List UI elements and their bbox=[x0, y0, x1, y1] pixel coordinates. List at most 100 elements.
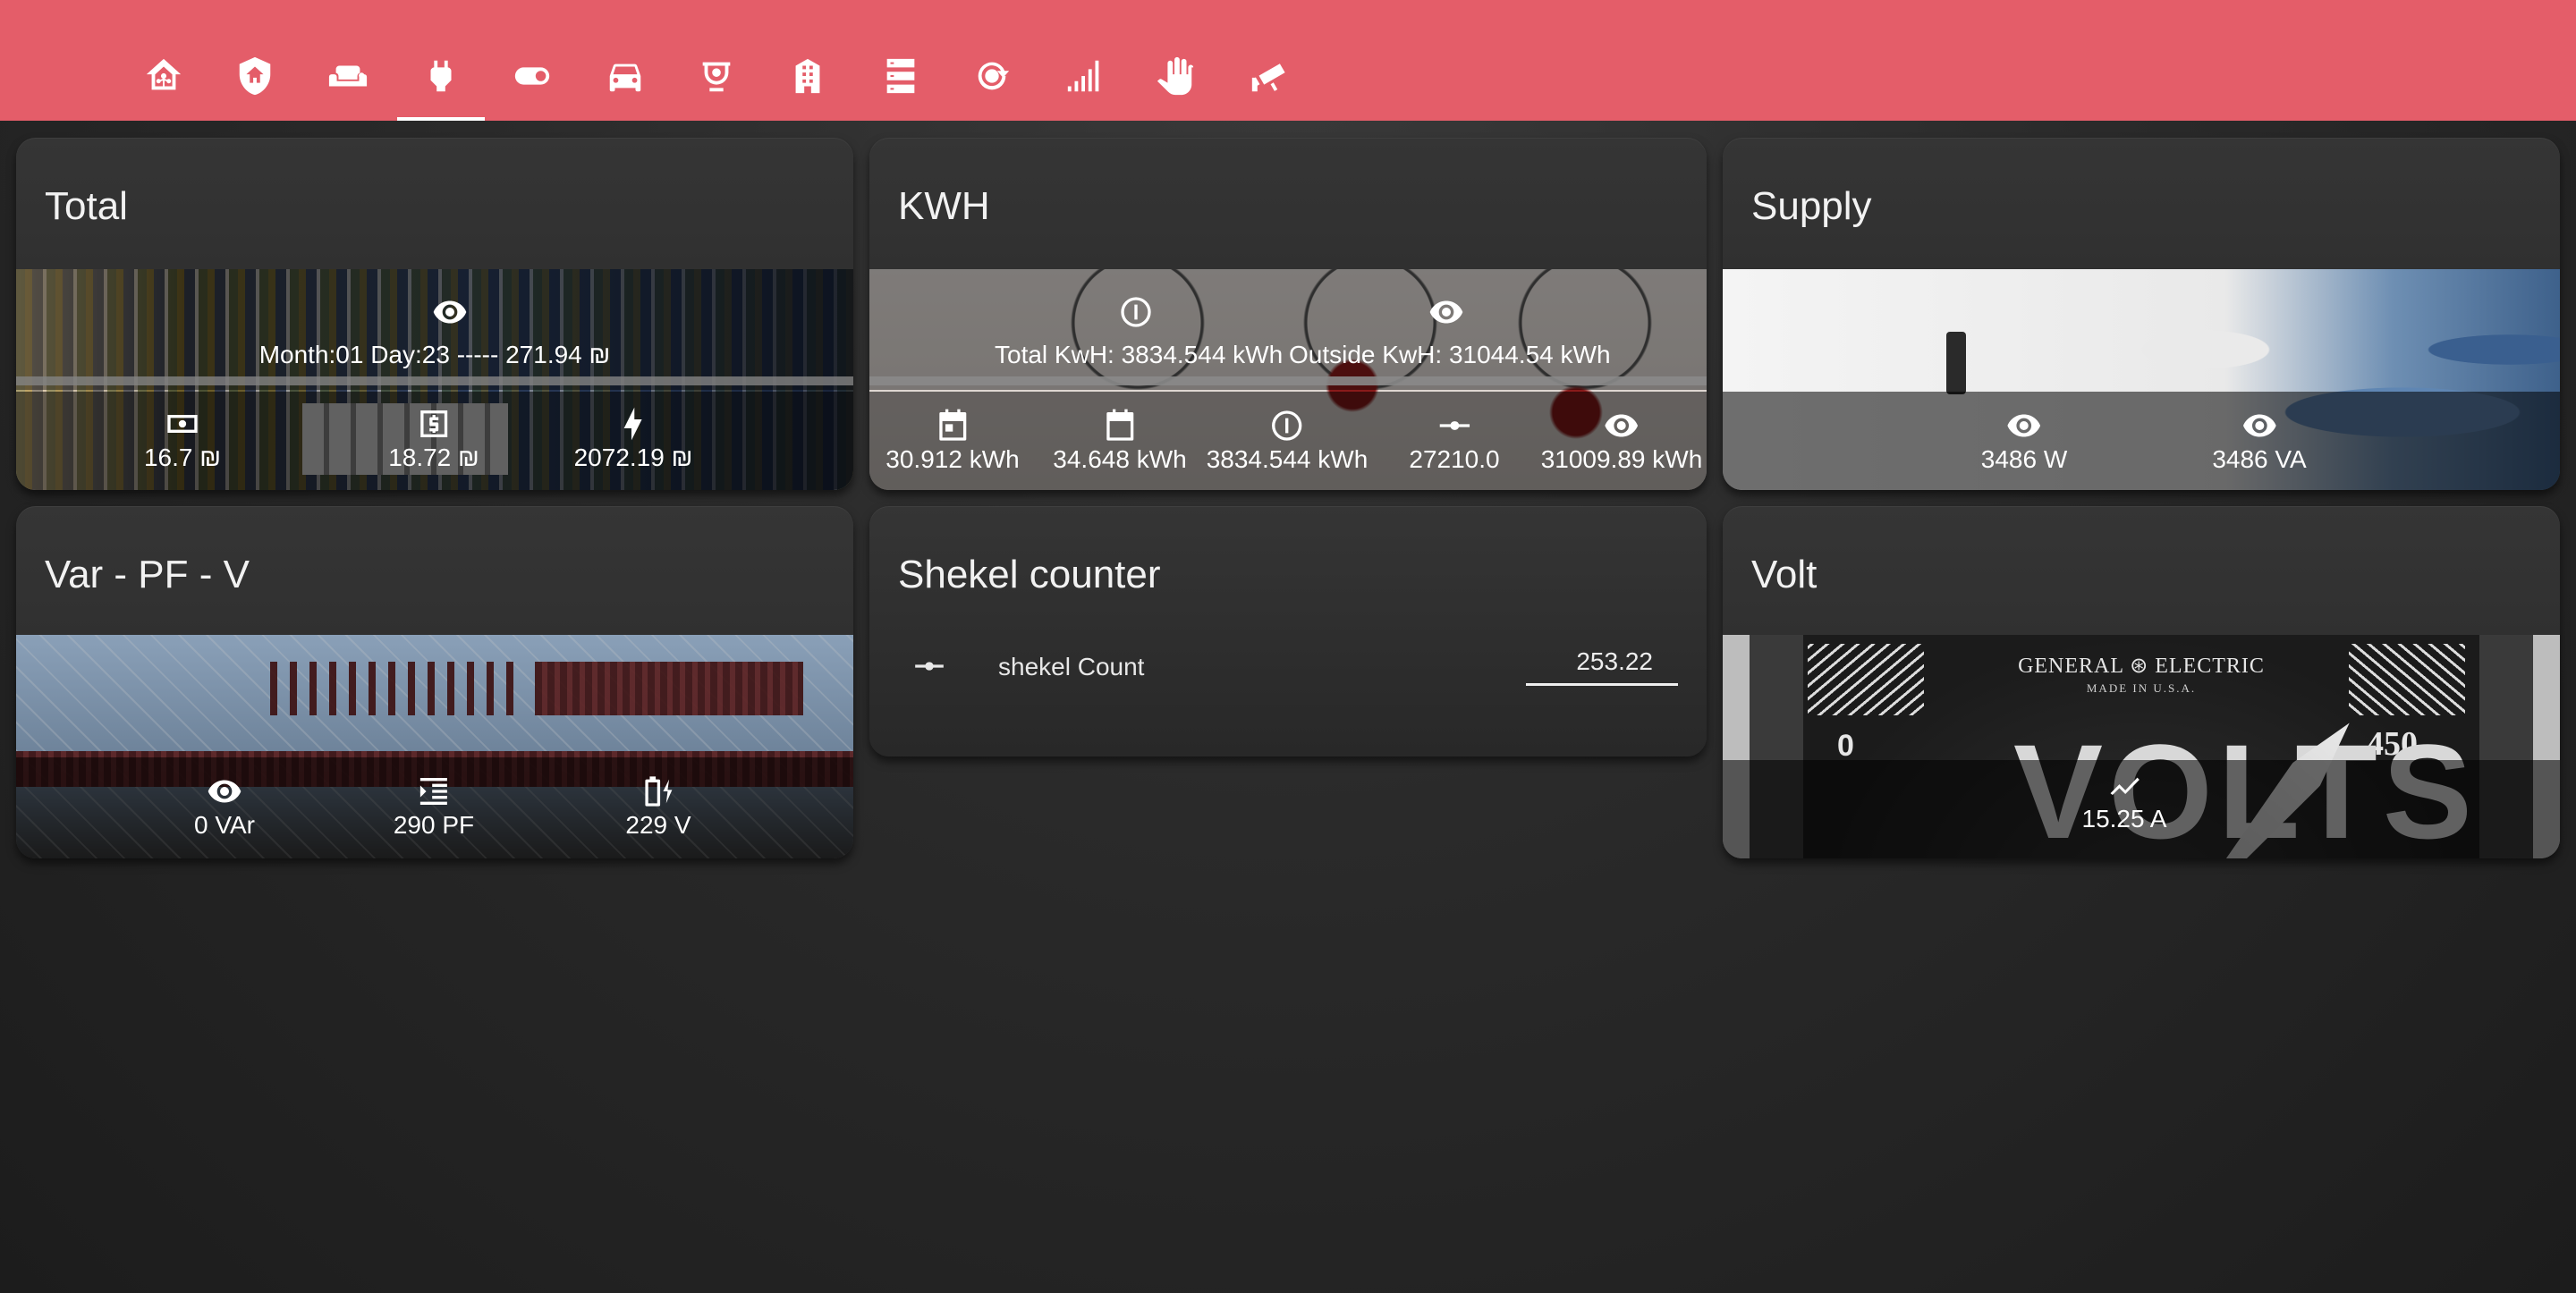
total-state-3[interactable]: 2072.19 ₪ bbox=[573, 406, 693, 472]
total-month-summary: Month:01 Day:23 ----- 271.94 ₪ bbox=[258, 341, 611, 368]
total-state-2[interactable]: 18.72 ₪ bbox=[388, 406, 479, 472]
battery-charging-icon bbox=[644, 776, 672, 807]
state-value: 3834.544 kWh bbox=[1206, 445, 1368, 473]
toggle-switch-icon bbox=[514, 67, 550, 85]
currency-box-icon bbox=[420, 410, 447, 437]
varpf-state-voltage[interactable]: 229 V bbox=[625, 773, 691, 840]
card-title: Supply bbox=[1751, 184, 1872, 228]
kwh-card: KWH Total KwH: 3834.544 kWh Outside KwH:… bbox=[869, 138, 1707, 490]
shekel-count-input[interactable]: 253.22 bbox=[1526, 640, 1678, 686]
state-value: 16.7 ₪ bbox=[143, 444, 222, 471]
ray-vertex-icon bbox=[1439, 421, 1470, 430]
kwh-outside-eye-icon[interactable] bbox=[1428, 294, 1464, 332]
state-value: 290 PF bbox=[393, 811, 475, 839]
lightning-bolt-icon bbox=[624, 407, 642, 441]
shekel-counter-card: Shekel counter shekel Count 253.22 bbox=[869, 506, 1707, 756]
kwh-picture: Total KwH: 3834.544 kWh Outside KwH: 310… bbox=[869, 269, 1707, 490]
state-value: 34.648 kWh bbox=[1053, 445, 1187, 473]
state-value: 15.25 A bbox=[2081, 805, 2167, 832]
tab-security-camera[interactable] bbox=[1225, 36, 1313, 121]
calendar-today-icon bbox=[938, 409, 966, 441]
power-plug-icon bbox=[430, 60, 452, 92]
card-title: Volt bbox=[1751, 553, 1818, 596]
format-indent-icon bbox=[420, 778, 447, 805]
volt-card: Volt GENERAL ⊛ ELECTRIC MADE IN U.S.A. 0… bbox=[1723, 506, 2560, 858]
total-card: Total Month:01 Day:23 ----- 271.94 ₪ 16.… bbox=[16, 138, 853, 490]
supply-card: Supply 3486 W 3486 VA bbox=[1723, 138, 2560, 490]
eye-icon bbox=[2007, 414, 2041, 437]
tab-restart[interactable] bbox=[948, 36, 1036, 121]
calendar-blank-icon bbox=[1106, 409, 1133, 441]
tab-security[interactable] bbox=[211, 36, 299, 121]
shekel-count-label: shekel Count bbox=[998, 653, 1145, 680]
varpf-state-var[interactable]: 0 VAr bbox=[194, 773, 255, 840]
supply-picture: 3486 W 3486 VA bbox=[1723, 269, 2560, 490]
hand-icon bbox=[1157, 56, 1194, 96]
tab-building[interactable] bbox=[764, 36, 852, 121]
var-pf-v-card: Var - PF - V 0 VAr 290 PF 229 V bbox=[16, 506, 853, 858]
restart-icon bbox=[978, 62, 1010, 90]
eye-icon bbox=[1429, 300, 1463, 324]
cctv-camera-icon bbox=[702, 62, 731, 92]
total-picture: Month:01 Day:23 ----- 271.94 ₪ 16.7 ₪ 18… bbox=[16, 269, 853, 490]
shield-home-icon bbox=[239, 56, 271, 96]
card-title: KWH bbox=[898, 184, 990, 228]
state-value: 3486 VA bbox=[2212, 445, 2307, 473]
eye-icon bbox=[208, 780, 242, 803]
supply-state-power[interactable]: 3486 W bbox=[1980, 408, 2068, 474]
car-icon bbox=[609, 63, 641, 92]
signal-bars-icon bbox=[1067, 60, 1099, 92]
card-title: Shekel counter bbox=[898, 553, 1161, 596]
information-outline-icon bbox=[1272, 410, 1302, 441]
varpf-state-pf[interactable]: 290 PF bbox=[394, 773, 474, 840]
state-value: 229 V bbox=[625, 811, 691, 839]
tab-living-room[interactable] bbox=[304, 36, 392, 121]
state-value: 2072.19 ₪ bbox=[573, 444, 693, 471]
shekel-count-value: 253.22 bbox=[1576, 647, 1653, 675]
volt-state-current[interactable]: 15.25 A bbox=[2081, 767, 2167, 833]
information-outline-icon bbox=[1121, 297, 1151, 327]
state-value: 3486 W bbox=[1980, 445, 2068, 473]
tab-switches[interactable] bbox=[488, 36, 576, 121]
server-icon bbox=[886, 58, 915, 94]
card-title: Total bbox=[45, 184, 128, 228]
state-value: 27210.0 bbox=[1409, 445, 1500, 473]
state-value: 31009.89 kWh bbox=[1540, 445, 1703, 473]
total-eye-state[interactable] bbox=[432, 294, 468, 332]
state-value: 0 VAr bbox=[194, 811, 255, 839]
shekel-entity-row: shekel Count 253.22 bbox=[869, 640, 1707, 694]
tab-server[interactable] bbox=[857, 36, 945, 121]
eye-icon bbox=[433, 300, 467, 324]
security-camera-icon bbox=[1251, 63, 1285, 92]
kwh-total-label: Total KwH: 3834.544 kWh bbox=[995, 341, 1284, 368]
tab-hand[interactable] bbox=[1132, 36, 1220, 121]
state-value: 18.72 ₪ bbox=[388, 444, 479, 471]
meter-scale-min: 0 bbox=[1837, 729, 1854, 763]
kwh-state-4[interactable]: 27210.0 bbox=[1409, 408, 1500, 474]
kwh-total-info-icon[interactable] bbox=[1118, 294, 1154, 332]
kwh-state-1[interactable]: 30.912 kWh bbox=[886, 408, 1020, 474]
kwh-state-5[interactable]: 31009.89 kWh bbox=[1540, 408, 1703, 474]
tab-home[interactable] bbox=[120, 36, 208, 121]
meter-brand: GENERAL ⊛ ELECTRIC bbox=[2018, 655, 2265, 678]
kwh-state-2[interactable]: 34.648 kWh bbox=[1053, 408, 1187, 474]
tab-cameras[interactable] bbox=[673, 36, 760, 121]
sofa-icon bbox=[328, 65, 368, 87]
tab-signal[interactable] bbox=[1041, 36, 1129, 121]
kwh-state-3[interactable]: 3834.544 kWh bbox=[1207, 408, 1368, 474]
varpf-picture: 0 VAr 290 PF 229 V bbox=[16, 635, 853, 858]
card-title: Var - PF - V bbox=[45, 553, 250, 596]
ray-vertex-icon bbox=[912, 649, 946, 688]
supply-state-apparent[interactable]: 3486 VA bbox=[2212, 408, 2307, 474]
home-assistant-icon bbox=[146, 58, 182, 90]
total-state-1[interactable]: 16.7 ₪ bbox=[144, 406, 221, 472]
volt-picture: GENERAL ⊛ ELECTRIC MADE IN U.S.A. 0 450 … bbox=[1723, 635, 2560, 858]
building-icon bbox=[795, 58, 820, 94]
eye-icon bbox=[1605, 414, 1639, 437]
tab-car[interactable] bbox=[581, 36, 669, 121]
meter-made-in: MADE IN U.S.A. bbox=[2086, 681, 2197, 695]
top-toolbar bbox=[0, 0, 2576, 121]
eye-icon bbox=[2242, 414, 2276, 437]
tab-power[interactable] bbox=[397, 36, 485, 121]
kwh-outside-label: Outside KwH: 31044.54 kWh bbox=[1289, 341, 1611, 368]
